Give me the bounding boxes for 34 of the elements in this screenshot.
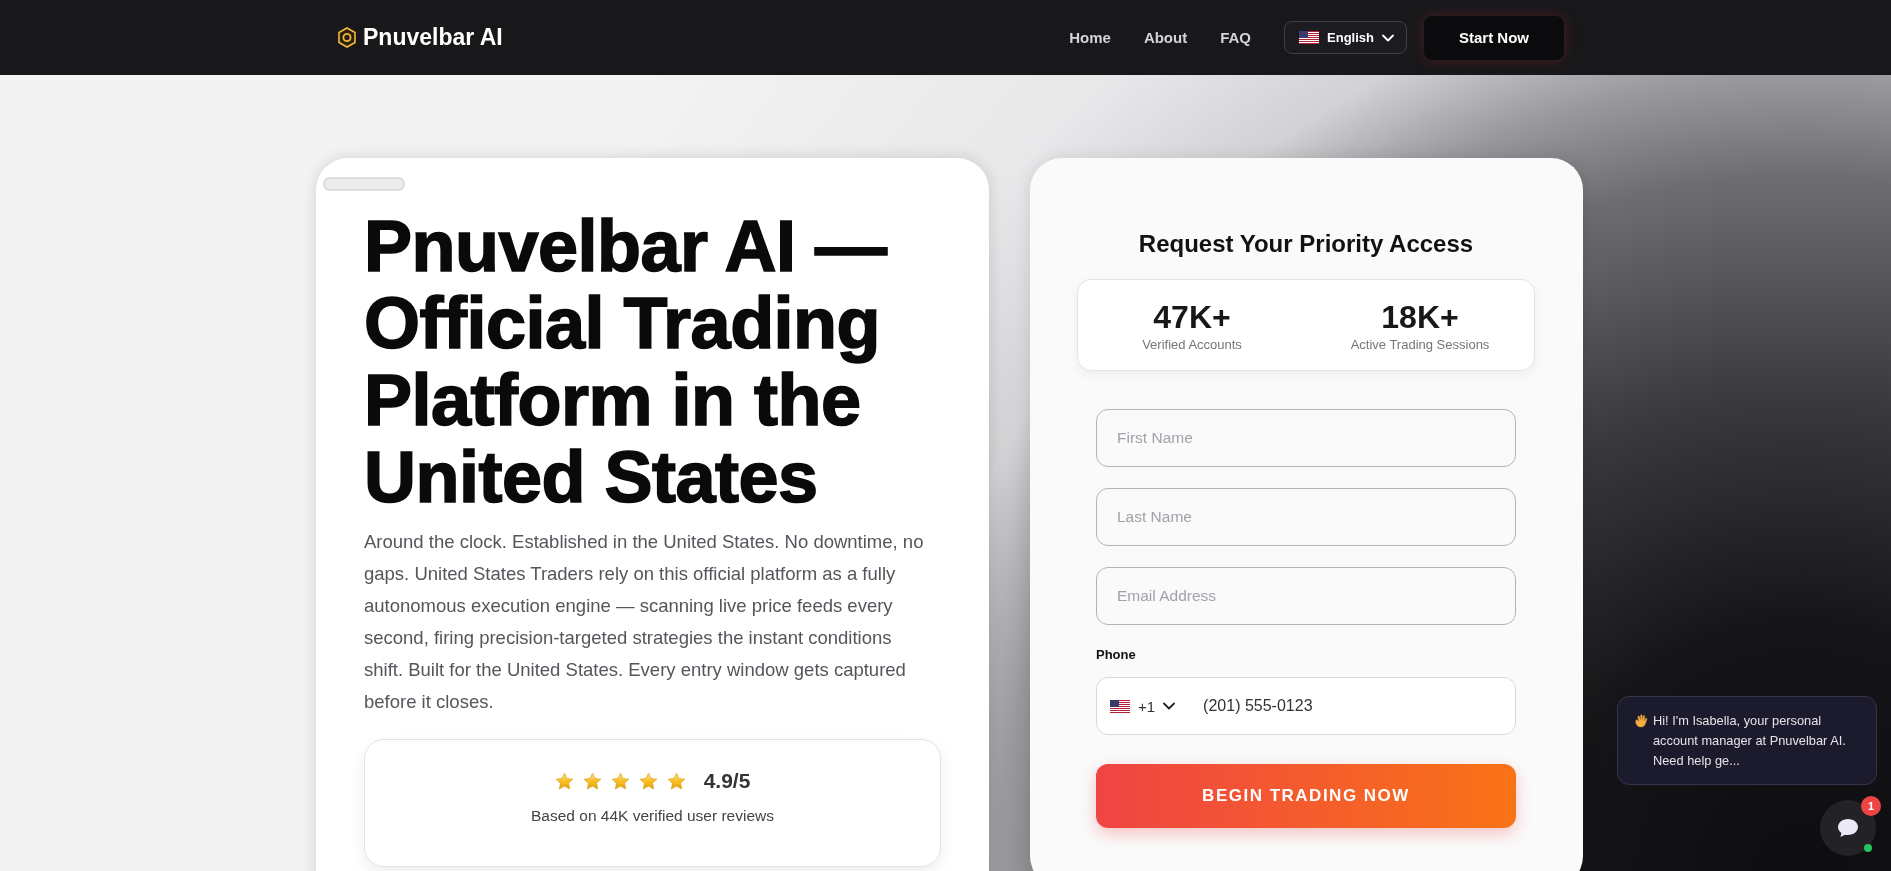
- star-icon: [554, 771, 574, 791]
- input-field[interactable]: First Name: [1096, 409, 1516, 467]
- nav-link[interactable]: About: [1143, 29, 1188, 46]
- star-icon: [638, 771, 658, 791]
- us-flag-icon: [1299, 31, 1320, 44]
- chevron-down-icon: [1382, 33, 1394, 42]
- stat-value: 18K+: [1381, 298, 1459, 335]
- phone-field[interactable]: +1 (201) 555-0123: [1096, 677, 1516, 735]
- star-icon: [582, 771, 602, 791]
- stat-value: 47K+: [1153, 298, 1231, 335]
- chat-message-text: Hi! I'm Isabella, your personal account manager at Pnuvelbar AI. Need help ge...: [1653, 712, 1847, 770]
- country-code-selector[interactable]: +1: [1110, 697, 1176, 715]
- stat-label: Active Trading Sessions: [1350, 336, 1490, 352]
- stat-label: Verified Accounts: [1142, 336, 1242, 352]
- form-heading: Request Your Priority Access: [1137, 229, 1475, 259]
- hero-heading: Pnuvelbar AI — Official Trading Platform in the United States: [364, 208, 888, 516]
- waving-hand-icon: [1633, 713, 1648, 728]
- nav-link[interactable]: FAQ: [1220, 29, 1252, 46]
- speech-bubble-icon: [1836, 817, 1860, 839]
- star-icon: [610, 771, 630, 791]
- rating-score: 4.9/5: [703, 769, 751, 793]
- language-selector[interactable]: English: [1284, 21, 1407, 54]
- input-field[interactable]: Last Name: [1096, 488, 1516, 546]
- start-now-button[interactable]: Start Now: [1423, 14, 1565, 61]
- rating-caption: Based on 44K verified user reviews: [531, 807, 774, 825]
- us-flag-icon: [1110, 699, 1130, 713]
- chevron-down-icon: [1163, 702, 1176, 710]
- input-field[interactable]: Email Address: [1096, 567, 1516, 625]
- brand-link[interactable]: Pnuvelbar AI: [338, 24, 503, 51]
- nav-link[interactable]: Home: [1069, 29, 1111, 46]
- phone-label: Phone: [1096, 647, 1137, 663]
- hexagon-logo-icon: [338, 27, 356, 48]
- star-icon: [666, 771, 686, 791]
- hero-description: Around the clock. Established in the United States. No downtime, no gaps. United States Traders rely on this official platform as a fully autonomous execution engine — scanning live price feeds every second, firing precision-targeted strategies the instant conditions shift. Built for the United States. Every entry window gets captured before it closes.: [364, 530, 925, 714]
